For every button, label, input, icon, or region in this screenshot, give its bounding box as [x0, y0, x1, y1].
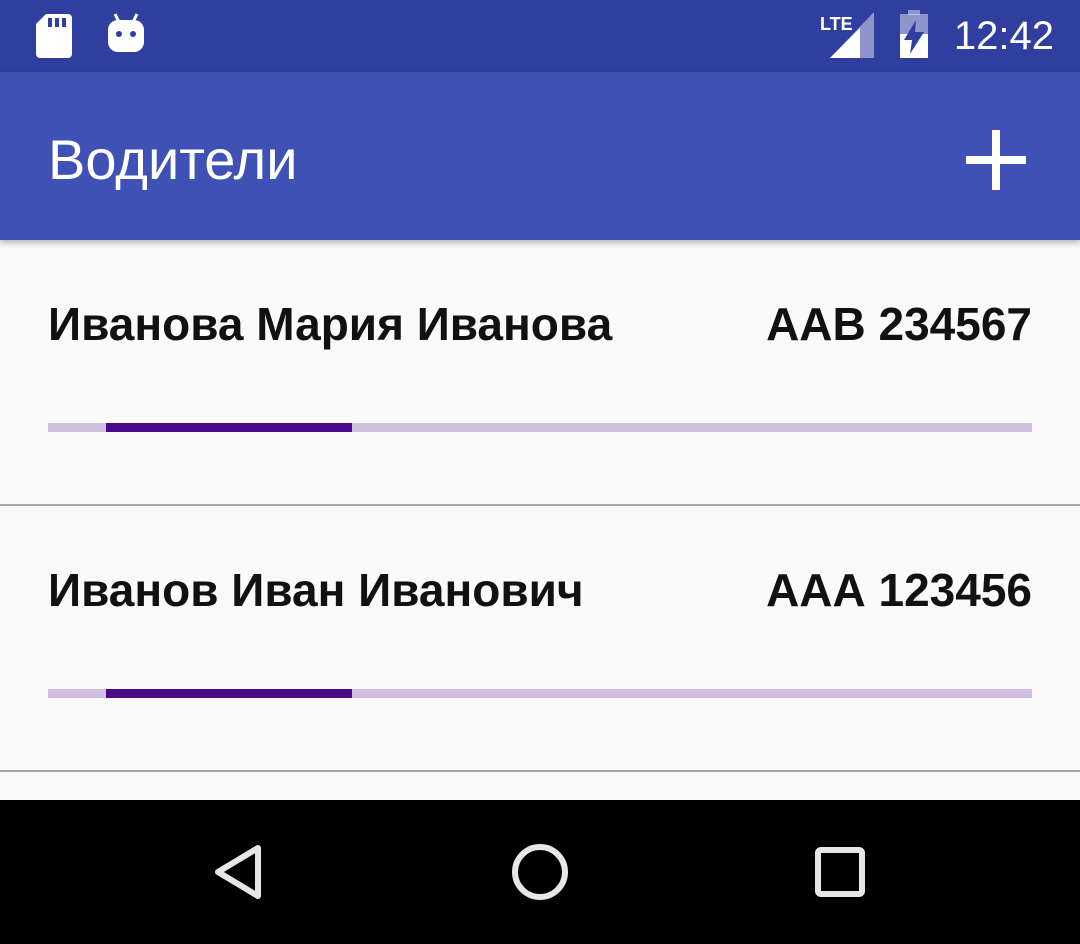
svg-text:LTE: LTE: [820, 14, 853, 34]
driver-name: Иванов Иван Иванович: [48, 564, 584, 616]
driver-row[interactable]: Иванова Мария Иванова ААВ 234567: [0, 240, 1080, 506]
status-bar: LTE 12:42: [0, 0, 1080, 72]
driver-progress-bar: [48, 423, 1032, 432]
battery-charging-icon: [900, 10, 928, 58]
lte-signal-icon: LTE: [820, 12, 874, 58]
add-icon: [966, 130, 1026, 190]
home-icon: [512, 844, 568, 900]
driver-license-number: ААА 123456: [766, 564, 1032, 616]
status-clock: 12:42: [953, 14, 1054, 58]
add-driver-button[interactable]: [960, 124, 1032, 196]
app-bar: Водители: [0, 72, 1080, 240]
back-icon: [215, 845, 261, 899]
sd-card-icon: [36, 14, 72, 58]
driver-license-number: ААВ 234567: [766, 298, 1032, 350]
navigation-bar: [0, 800, 1080, 944]
page-title: Водители: [48, 128, 298, 191]
driver-progress-fill: [106, 423, 353, 432]
driver-name: Иванова Мария Иванова: [48, 298, 613, 350]
driver-progress-fill: [106, 689, 353, 698]
driver-progress-bar: [48, 689, 1032, 698]
home-button[interactable]: [508, 840, 572, 904]
android-debug-icon: [108, 13, 144, 52]
driver-row[interactable]: Иванов Иван Иванович ААА 123456: [0, 506, 1080, 772]
drivers-list: Иванова Мария Иванова ААВ 234567 Иванов …: [0, 240, 1080, 800]
back-button[interactable]: [208, 840, 272, 904]
recents-icon: [815, 847, 865, 897]
recents-button[interactable]: [808, 840, 872, 904]
